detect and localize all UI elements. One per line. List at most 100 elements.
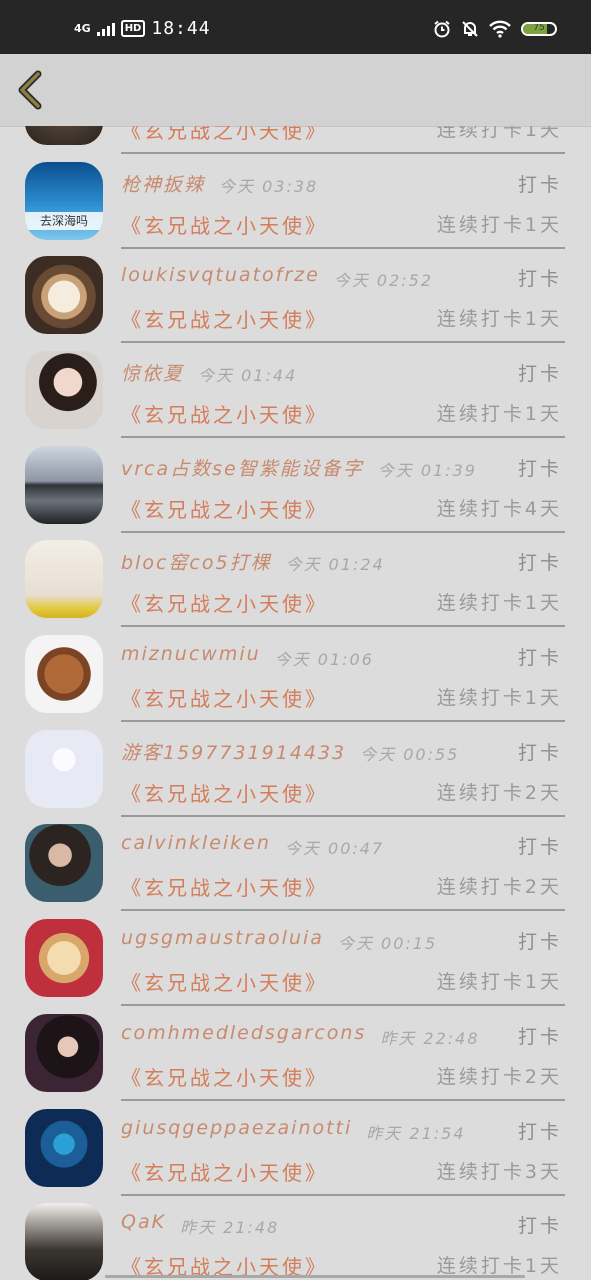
checkin-status: 打卡 xyxy=(517,741,562,764)
list-item[interactable]: comhmedledsgarcons 昨天 22:48 打卡《玄兄战之小天使》 连续打… xyxy=(0,1011,591,1106)
user-name[interactable]: miznucwmiu xyxy=(121,643,261,665)
avatar[interactable] xyxy=(25,256,103,335)
user-name[interactable]: comhmedledsgarcons xyxy=(121,1022,366,1044)
checkin-status: 打卡 xyxy=(517,173,562,196)
avatar[interactable]: 去深海吗 xyxy=(25,161,103,240)
streak-text: 连续打卡1天 xyxy=(436,213,562,236)
streak-text: 连续打卡1天 xyxy=(436,592,562,615)
status-left: 4G HD 18:44 xyxy=(74,18,211,39)
avatar[interactable] xyxy=(25,1203,103,1280)
checkin-time: 今天 00:55 xyxy=(360,744,460,764)
avatar[interactable] xyxy=(25,635,103,713)
list-item[interactable]: 游客15977319144​33 今天 00:55 打卡《玄兄战之小天使》 连续打卡2… xyxy=(0,727,591,822)
book-title[interactable]: 《玄兄战之小天使》 xyxy=(121,778,328,807)
row-divider xyxy=(121,814,565,817)
checkin-time: 今天 03:38 xyxy=(219,176,319,196)
avatar[interactable] xyxy=(25,126,103,145)
avatar[interactable] xyxy=(25,1013,103,1092)
streak-text: 连续打卡4天 xyxy=(436,497,562,520)
checkin-list[interactable]: 《玄兄战之小天使》 连续打卡1天 去深海吗 枪神扳辣 今天 03:38 打卡 《玄兄战之… xyxy=(0,126,591,1280)
streak-text: 连续打卡2天 xyxy=(436,1065,562,1088)
checkin-status: 打卡 xyxy=(517,647,562,669)
book-title[interactable]: 《玄兄战之小天使》 xyxy=(121,126,328,144)
user-name[interactable]: vrca占数se智紫能设备字 xyxy=(121,454,364,481)
avatar[interactable] xyxy=(25,1108,103,1187)
status-bar: 4G HD 18:44 75 xyxy=(0,0,591,54)
book-title[interactable]: 《玄兄战之小天使》 xyxy=(121,872,328,901)
battery-icon: 75 xyxy=(521,22,557,36)
battery-text: 75 xyxy=(533,23,545,33)
list-item[interactable]: ugsgmaustraoluia 今天 00:15 打卡 《玄兄战之小天使》 连续打卡1… xyxy=(0,916,591,1011)
book-title[interactable]: 《玄兄战之小天使》 xyxy=(121,683,328,712)
row-divider xyxy=(121,435,565,438)
checkin-time: 今天 00:47 xyxy=(284,839,385,859)
checkin-status: 打卡 xyxy=(517,1025,562,1048)
checkin-status: 打卡 xyxy=(517,268,562,291)
streak-text: 连续打卡1天 xyxy=(436,402,562,425)
list-item[interactable]: loukisvqtuatofrze 今天 02:52 打卡 《玄兄战之小天使》 连续打卡… xyxy=(0,253,591,348)
book-title[interactable]: 《玄兄战之小天使》 xyxy=(121,1062,328,1091)
checkin-status: 打卡 xyxy=(517,1120,562,1143)
streak-text: 连续打卡3天 xyxy=(436,1160,562,1183)
row-divider xyxy=(121,909,565,912)
avatar[interactable] xyxy=(25,919,103,998)
checkin-time: 今天 02:52 xyxy=(333,271,434,291)
book-title[interactable]: 《玄兄战之小天使》 xyxy=(121,304,328,333)
list-item[interactable]: QaK 昨天 21:48 打卡 《玄兄战之小天使》 连续打卡1天 xyxy=(0,1200,591,1280)
checkin-time: 今天 00:15 xyxy=(337,934,438,954)
row-divider xyxy=(121,1098,565,1101)
avatar[interactable] xyxy=(25,350,103,429)
checkin-status: 打卡 xyxy=(517,457,562,480)
row-divider xyxy=(121,341,565,344)
user-name[interactable]: calvinkleiken xyxy=(121,832,271,854)
book-title[interactable]: 《玄兄战之小天使》 xyxy=(121,399,328,428)
checkin-status: 打卡 xyxy=(517,552,562,575)
row-divider xyxy=(121,720,565,722)
list-item[interactable]: calvinkleiken 今天 00:47 打卡 《玄兄战之小天使》 连续打卡2天 xyxy=(0,821,591,916)
user-name[interactable]: ugsgmaustraoluia xyxy=(121,927,324,949)
list-item-partial[interactable]: 《玄兄战之小天使》 连续打卡1天 xyxy=(0,126,591,159)
user-name[interactable]: 惊依夏 xyxy=(121,359,184,386)
avatar[interactable] xyxy=(25,540,103,619)
book-title[interactable]: 《玄兄战之小天使》 xyxy=(121,1157,328,1186)
back-button[interactable] xyxy=(14,70,48,110)
list-item[interactable]: vrca占数se智紫能设备字 今天 01:39 打卡《玄兄战之小天使》 连续打卡4天 xyxy=(0,443,591,538)
row-divider xyxy=(121,152,565,154)
checkin-time: 今天 01:06 xyxy=(274,650,374,669)
user-name[interactable]: QaK xyxy=(121,1211,166,1233)
user-name[interactable]: bloc窑co5打棵 xyxy=(121,548,272,575)
list-item[interactable]: giusqgeppaezainotti 昨天 21:54 打卡 《玄兄战之小天使》 连续… xyxy=(0,1106,591,1201)
network-type: 4G xyxy=(74,21,91,35)
header xyxy=(0,54,591,127)
user-name[interactable]: 游客15977319144​33 xyxy=(121,738,346,765)
list-item[interactable]: 去深海吗 枪神扳辣 今天 03:38 打卡《玄兄战之小天使》 连续打卡1天 xyxy=(0,159,591,254)
checkin-time: 今天 01:39 xyxy=(377,460,477,480)
user-name[interactable]: 枪神扳辣 xyxy=(121,170,205,197)
avatar-caption: 去深海吗 xyxy=(25,211,103,230)
checkin-time: 今天 01:44 xyxy=(198,365,298,385)
list-item[interactable]: bloc窑co5打棵 今天 01:24 打卡《玄兄战之小天使》 连续打卡1天 xyxy=(0,537,591,632)
book-title[interactable]: 《玄兄战之小天使》 xyxy=(121,210,328,239)
streak-text: 连续打卡1天 xyxy=(436,687,562,709)
scrollbar[interactable] xyxy=(105,1275,525,1278)
chevron-left-icon xyxy=(18,70,42,110)
book-title[interactable]: 《玄兄战之小天使》 xyxy=(121,588,328,617)
checkin-status: 打卡 xyxy=(517,362,562,385)
notifications-off-icon xyxy=(462,21,478,37)
avatar[interactable] xyxy=(25,445,103,524)
row-divider xyxy=(121,1004,565,1007)
streak-text: 连续打卡2天 xyxy=(436,781,562,804)
checkin-time: 昨天 22:48 xyxy=(380,1028,480,1048)
user-name[interactable]: loukisvqtuatofrze xyxy=(121,264,320,286)
book-title[interactable]: 《玄兄战之小天使》 xyxy=(121,967,328,996)
list-item[interactable]: miznucwmiu 今天 01:06 打卡《玄兄战之小天使》 连续打卡1天 xyxy=(0,632,591,727)
signal-icon xyxy=(96,22,115,36)
row-divider xyxy=(121,1193,565,1196)
list-item[interactable]: 惊依夏 今天 01:44 打卡《玄兄战之小天使》 连续打卡1天 xyxy=(0,348,591,443)
user-name[interactable]: giusqgeppaezainotti xyxy=(121,1117,352,1139)
checkin-time: 今天 01:24 xyxy=(285,555,385,575)
book-title[interactable]: 《玄兄战之小天使》 xyxy=(121,494,328,523)
checkin-status: 打卡 xyxy=(517,836,562,859)
avatar[interactable] xyxy=(25,729,103,808)
avatar[interactable] xyxy=(25,824,103,903)
